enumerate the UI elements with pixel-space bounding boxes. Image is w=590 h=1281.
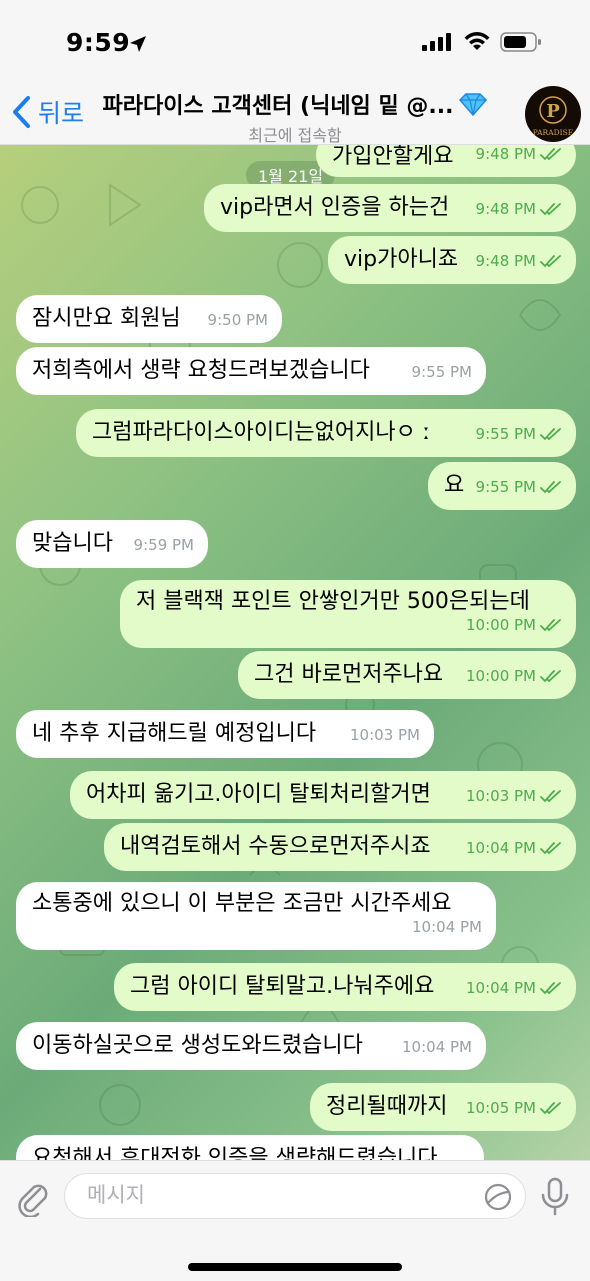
message-time: 10:04 PM bbox=[402, 1038, 472, 1056]
incoming-message[interactable]: 저희측에서 생략 요청드려보겠습니다 9:55 PM bbox=[16, 347, 486, 395]
message-time: 9:55 PM bbox=[411, 363, 472, 381]
message-time: 9:55 PM bbox=[475, 478, 536, 496]
microphone-icon[interactable] bbox=[540, 1177, 570, 1217]
battery-icon bbox=[500, 32, 541, 52]
message-time: 9:55 PM bbox=[475, 425, 536, 443]
double-check-icon bbox=[540, 203, 561, 216]
outgoing-message[interactable]: 요 9:55 PM bbox=[428, 462, 576, 510]
back-button[interactable]: 뒤로 bbox=[10, 94, 84, 130]
message-input[interactable] bbox=[85, 1182, 469, 1208]
message-meta: 9:48 PM bbox=[476, 194, 562, 224]
incoming-message[interactable]: 이동하실곳으로 생성도와드렸습니다 10:04 PM bbox=[16, 1022, 486, 1070]
chat-title-area[interactable]: 파라다이스 고객센터 (닉네임 밑 @... 최근에 접속함 bbox=[90, 88, 500, 146]
double-check-icon bbox=[540, 842, 561, 855]
message-meta: 9:55 PM bbox=[476, 472, 562, 502]
message-time: 10:05 PM bbox=[466, 1099, 536, 1117]
outgoing-message[interactable]: vip가아니죠 9:48 PM bbox=[328, 236, 576, 284]
message-meta: 9:55 PM bbox=[412, 357, 472, 387]
message-time: 9:59 PM bbox=[133, 536, 194, 554]
back-label: 뒤로 bbox=[38, 99, 85, 128]
double-check-icon bbox=[540, 148, 561, 161]
incoming-message[interactable]: 맞습니다 9:59 PM bbox=[16, 520, 208, 568]
message-meta: 10:04 PM bbox=[466, 973, 562, 1003]
home-indicator bbox=[188, 1263, 402, 1271]
outgoing-message[interactable]: 내역검토해서 수동으로먼저주시죠 10:04 PM bbox=[104, 823, 576, 871]
message-time: 10:04 PM bbox=[466, 839, 536, 857]
status-bar: 9:59 bbox=[0, 0, 590, 80]
message-meta: 10:00 PM bbox=[466, 610, 562, 640]
wifi-icon bbox=[464, 32, 490, 50]
incoming-message[interactable]: 요청해서 휴대전화 인증을 생략해드렸습니다 bbox=[16, 1135, 484, 1160]
double-check-icon bbox=[540, 428, 561, 441]
double-check-icon bbox=[540, 982, 561, 995]
chat-title: 파라다이스 고객센터 (닉네임 밑 @... bbox=[102, 94, 454, 119]
outgoing-message[interactable]: 그럼 아이디 탈퇴말고.나눠주에요 10:04 PM bbox=[114, 963, 576, 1011]
paradise-logo-icon: P PARADISE bbox=[533, 96, 573, 137]
message-meta: 10:04 PM bbox=[466, 833, 562, 863]
message-text: 저희측에서 생략 요청드려보겠습니다 bbox=[32, 358, 370, 383]
message-time: 9:50 PM bbox=[207, 311, 268, 329]
outgoing-message[interactable]: 정리될때까지 10:05 PM bbox=[310, 1083, 576, 1131]
avatar[interactable]: P PARADISE bbox=[525, 86, 581, 142]
message-time: 9:48 PM bbox=[475, 200, 536, 218]
message-meta: 9:48 PM bbox=[476, 246, 562, 276]
paperclip-icon[interactable] bbox=[14, 1177, 50, 1217]
message-time: 10:04 PM bbox=[412, 918, 482, 936]
message-meta: 9:50 PM bbox=[208, 305, 268, 335]
chat-header: 뒤로 파라다이스 고객센터 (닉네임 밑 @... 최근에 접속함 P PARA… bbox=[0, 80, 590, 145]
message-field[interactable] bbox=[64, 1173, 526, 1219]
outgoing-message[interactable]: 저 블랙잭 포인트 안쌓인거만 500은되는데 10:00 PM bbox=[120, 580, 576, 648]
incoming-message[interactable]: 소통중에 있으니 이 부분은 조금만 시간주세요 10:04 PM bbox=[16, 882, 496, 950]
composer bbox=[0, 1160, 590, 1281]
incoming-message[interactable]: 잠시만요 회원님 9:50 PM bbox=[16, 295, 282, 343]
message-meta: 9:48 PM bbox=[476, 145, 562, 169]
double-check-icon bbox=[540, 481, 561, 494]
message-text: 요청해서 휴대전화 인증을 생략해드렸습니다 bbox=[32, 1146, 438, 1160]
message-time: 10:04 PM bbox=[466, 979, 536, 997]
message-meta: 10:04 PM bbox=[402, 1032, 472, 1062]
message-meta: 10:03 PM bbox=[466, 781, 562, 811]
outgoing-message[interactable]: 어차피 옮기고.아이디 탈퇴처리할거면 10:03 PM bbox=[70, 771, 576, 819]
double-check-icon bbox=[540, 255, 561, 268]
message-time: 10:00 PM bbox=[466, 667, 536, 685]
outgoing-message[interactable]: 그럼파라다이스아이디는없어지나ㅇ ː 9:55 PM bbox=[76, 409, 576, 457]
svg-text:P: P bbox=[546, 101, 560, 122]
outgoing-message[interactable]: 가입안할게요 9:48 PM bbox=[316, 145, 576, 177]
double-check-icon bbox=[540, 790, 561, 803]
message-meta: 9:59 PM bbox=[134, 530, 194, 560]
status-time: 9:59 bbox=[66, 28, 131, 57]
message-time: 9:48 PM bbox=[475, 252, 536, 270]
chevron-left-icon bbox=[13, 96, 30, 128]
sticker-icon[interactable] bbox=[483, 1182, 513, 1212]
outgoing-message[interactable]: vip라면서 인증을 하는건 9:48 PM bbox=[204, 184, 576, 232]
message-meta: 10:00 PM bbox=[466, 661, 562, 691]
double-check-icon bbox=[540, 1102, 561, 1115]
message-meta: 9:55 PM bbox=[476, 419, 562, 449]
message-time: 10:03 PM bbox=[350, 726, 420, 744]
outgoing-message[interactable]: 그건 바로먼저주나요 10:00 PM bbox=[238, 651, 576, 699]
chat-area[interactable]: 1월 21일 가입안할게요 9:48 PM vip라면서 인증을 하는건 9:48 P… bbox=[0, 145, 590, 1160]
svg-text:PARADISE: PARADISE bbox=[533, 128, 573, 137]
message-time: 9:48 PM bbox=[475, 145, 536, 163]
message-meta: 10:05 PM bbox=[466, 1093, 562, 1123]
message-meta: 10:03 PM bbox=[350, 720, 420, 750]
cellular-signal-icon bbox=[422, 33, 451, 51]
double-check-icon bbox=[540, 619, 561, 632]
message-meta: 10:04 PM bbox=[412, 912, 482, 942]
message-time: 10:00 PM bbox=[466, 616, 536, 634]
diamond-icon bbox=[459, 93, 488, 116]
incoming-message[interactable]: 네 추후 지급해드릴 예정입니다 10:03 PM bbox=[16, 710, 434, 758]
location-arrow-icon bbox=[130, 36, 146, 52]
chat-status: 최근에 접속함 bbox=[248, 126, 342, 145]
message-time: 10:03 PM bbox=[466, 787, 536, 805]
double-check-icon bbox=[540, 670, 561, 683]
